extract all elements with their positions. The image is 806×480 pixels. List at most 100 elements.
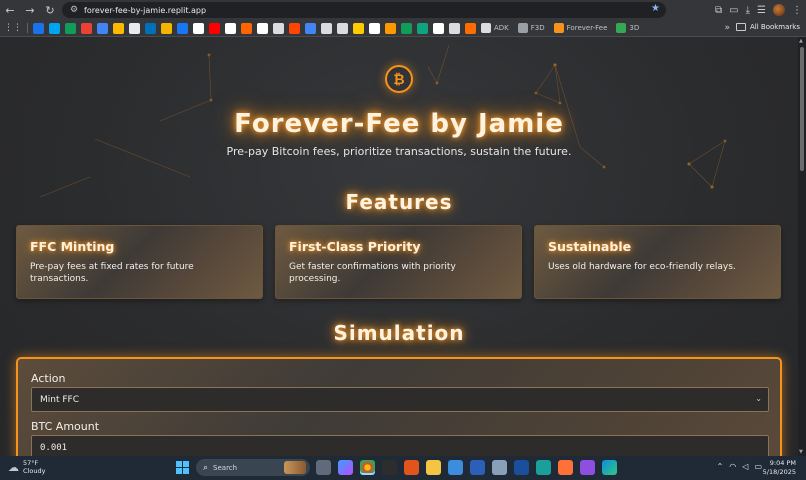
bookmark-favicon-icon[interactable] xyxy=(337,22,348,34)
calculator-icon[interactable] xyxy=(492,460,507,475)
chrome-icon[interactable] xyxy=(360,460,375,475)
bookmark-favicon-icon[interactable] xyxy=(417,22,428,34)
reload-icon[interactable]: ↻ xyxy=(40,0,60,20)
search-highlight-image xyxy=(284,461,306,474)
bookmark-item[interactable]: F3D xyxy=(517,23,545,33)
bookmark-favicon-icon[interactable] xyxy=(49,22,60,34)
folder-icon xyxy=(735,23,746,31)
bookmark-favicon-icon[interactable] xyxy=(65,22,76,34)
site-info-icon[interactable]: ⚙ xyxy=(66,5,82,15)
labeled-bookmarks: ADK F3D Forever-Fee 3D xyxy=(481,23,645,33)
wifi-icon[interactable]: ◠ xyxy=(729,462,736,471)
bookmark-favicon-icon[interactable] xyxy=(385,22,396,34)
copilot-icon[interactable] xyxy=(338,460,353,475)
terminal-icon[interactable] xyxy=(382,460,397,475)
bookmark-star-icon[interactable]: ★ xyxy=(651,3,660,14)
feature-text: Get faster confirmations with priority p… xyxy=(289,262,456,284)
bookmark-favicon-icon[interactable] xyxy=(353,22,364,34)
taskbar-clock[interactable]: 9:04 PM 5/18/2025 xyxy=(763,459,796,476)
page-title: Forever-Fee by Jamie xyxy=(234,109,564,139)
all-bookmarks-label: All Bookmarks xyxy=(749,23,800,31)
action-label: Action xyxy=(31,372,66,385)
edge-icon[interactable] xyxy=(602,460,617,475)
bookmark-favicon-icon[interactable] xyxy=(113,22,124,34)
bookmark-favicon-icon[interactable] xyxy=(81,22,92,34)
bookmark-favicon-icon[interactable] xyxy=(369,22,380,34)
reading-list-icon[interactable]: ☰ xyxy=(757,5,766,16)
snip-tool-icon[interactable] xyxy=(404,460,419,475)
scroll-up-icon[interactable]: ▲ xyxy=(799,38,803,44)
more-bookmarks-icon[interactable]: » xyxy=(724,23,730,33)
bookmark-favicon-icon[interactable] xyxy=(305,22,316,34)
edge-dev-icon[interactable] xyxy=(536,460,551,475)
firefox-icon[interactable] xyxy=(558,460,573,475)
forward-icon[interactable]: → xyxy=(20,0,40,20)
address-bar[interactable]: ⚙ forever-fee-by-jamie.replit.app ★ xyxy=(62,2,666,18)
taskbar-search[interactable]: ⌕ Search xyxy=(196,459,310,476)
bookmark-favicon-icon xyxy=(553,23,564,33)
chevron-up-icon[interactable]: ⌃ xyxy=(717,462,724,471)
apps-grid-icon[interactable]: ⋮⋮ xyxy=(4,23,22,33)
feature-card-ffc-minting: FFC Minting Pre-pay fees at fixed rates … xyxy=(16,225,263,299)
extensions-icon[interactable]: ⧉ xyxy=(715,5,722,16)
bookmark-favicon-icon[interactable] xyxy=(257,22,268,34)
volume-icon[interactable]: ◁ xyxy=(742,462,748,471)
bookmark-favicon-icon[interactable] xyxy=(97,22,108,34)
menu-icon[interactable]: ⋮ xyxy=(792,5,802,16)
windows-start-icon[interactable] xyxy=(176,461,189,474)
page-tagline: Pre-pay Bitcoin fees, prioritize transac… xyxy=(226,145,572,158)
chevron-down-icon: ⌄ xyxy=(755,394,762,403)
download-icon[interactable]: ⤓ xyxy=(746,5,750,16)
btc-amount-input[interactable]: 0.001 xyxy=(31,435,769,456)
word-icon[interactable] xyxy=(470,460,485,475)
back-icon[interactable]: ← xyxy=(0,0,20,20)
notepad-icon[interactable] xyxy=(448,460,463,475)
bookmark-label: Forever-Fee xyxy=(566,24,608,32)
browser-toolbar: ← → ↻ ⚙ forever-fee-by-jamie.replit.app … xyxy=(0,0,806,20)
bookmark-favicon-icon[interactable] xyxy=(33,22,44,34)
bookmark-favicon-icon xyxy=(616,23,627,33)
scrollbar-thumb[interactable] xyxy=(800,47,804,171)
battery-icon[interactable]: ▭ xyxy=(754,462,762,471)
launcher-icon[interactable] xyxy=(514,460,529,475)
bookmark-favicon-icon[interactable] xyxy=(193,22,204,34)
bookmark-favicon-icon[interactable] xyxy=(433,22,444,34)
bookmark-item[interactable]: 3D xyxy=(616,23,639,33)
bookmark-favicon-icon[interactable] xyxy=(241,22,252,34)
page-viewport: ₿ Forever-Fee by Jamie Pre-pay Bitcoin f… xyxy=(0,37,798,456)
bookmark-favicon-icon[interactable] xyxy=(465,22,476,34)
feature-text: Pre-pay fees at fixed rates for future t… xyxy=(30,262,194,284)
cloud-icon: ☁ xyxy=(8,460,19,474)
bookmark-item[interactable]: Forever-Fee xyxy=(553,23,608,33)
bookmark-icons xyxy=(33,22,476,34)
bookmark-favicon-icon[interactable] xyxy=(321,22,332,34)
task-view-icon[interactable] xyxy=(316,460,331,475)
bookmark-favicon-icon[interactable] xyxy=(209,22,220,34)
feature-title: FFC Minting xyxy=(30,239,115,254)
cast-icon[interactable]: ▭ xyxy=(729,5,738,16)
bookmark-item[interactable]: ADK xyxy=(481,23,509,33)
all-bookmarks[interactable]: All Bookmarks xyxy=(735,23,800,31)
weather-widget[interactable]: ☁ 57°F Cloudy xyxy=(8,459,45,475)
weather-condition: Cloudy xyxy=(23,467,46,475)
bookmark-label: 3D xyxy=(629,24,640,32)
bookmark-label: ADK xyxy=(494,24,509,32)
bookmark-favicon-icon[interactable] xyxy=(177,22,188,34)
bookmark-favicon-icon[interactable] xyxy=(449,22,460,34)
action-select[interactable]: Mint FFC ⌄ xyxy=(31,387,769,412)
bookmark-favicon-icon[interactable] xyxy=(225,22,236,34)
bookmark-favicon-icon[interactable] xyxy=(289,22,300,34)
url-text[interactable]: forever-fee-by-jamie.replit.app xyxy=(84,6,206,15)
bookmark-favicon-icon[interactable] xyxy=(273,22,284,34)
profile-avatar[interactable] xyxy=(773,4,785,16)
file-explorer-icon[interactable] xyxy=(426,460,441,475)
features-list: FFC Minting Pre-pay fees at fixed rates … xyxy=(16,225,781,299)
scroll-down-icon[interactable]: ▼ xyxy=(799,449,803,455)
page-scrollbar[interactable]: ▲ ▼ xyxy=(798,37,806,456)
app-icon[interactable] xyxy=(580,460,595,475)
bookmark-favicon-icon[interactable] xyxy=(129,22,140,34)
bookmark-favicon-icon[interactable] xyxy=(161,22,172,34)
bookmark-favicon-icon[interactable] xyxy=(401,22,412,34)
bookmark-favicon-icon[interactable] xyxy=(145,22,156,34)
clock-time: 9:04 PM xyxy=(769,459,796,467)
